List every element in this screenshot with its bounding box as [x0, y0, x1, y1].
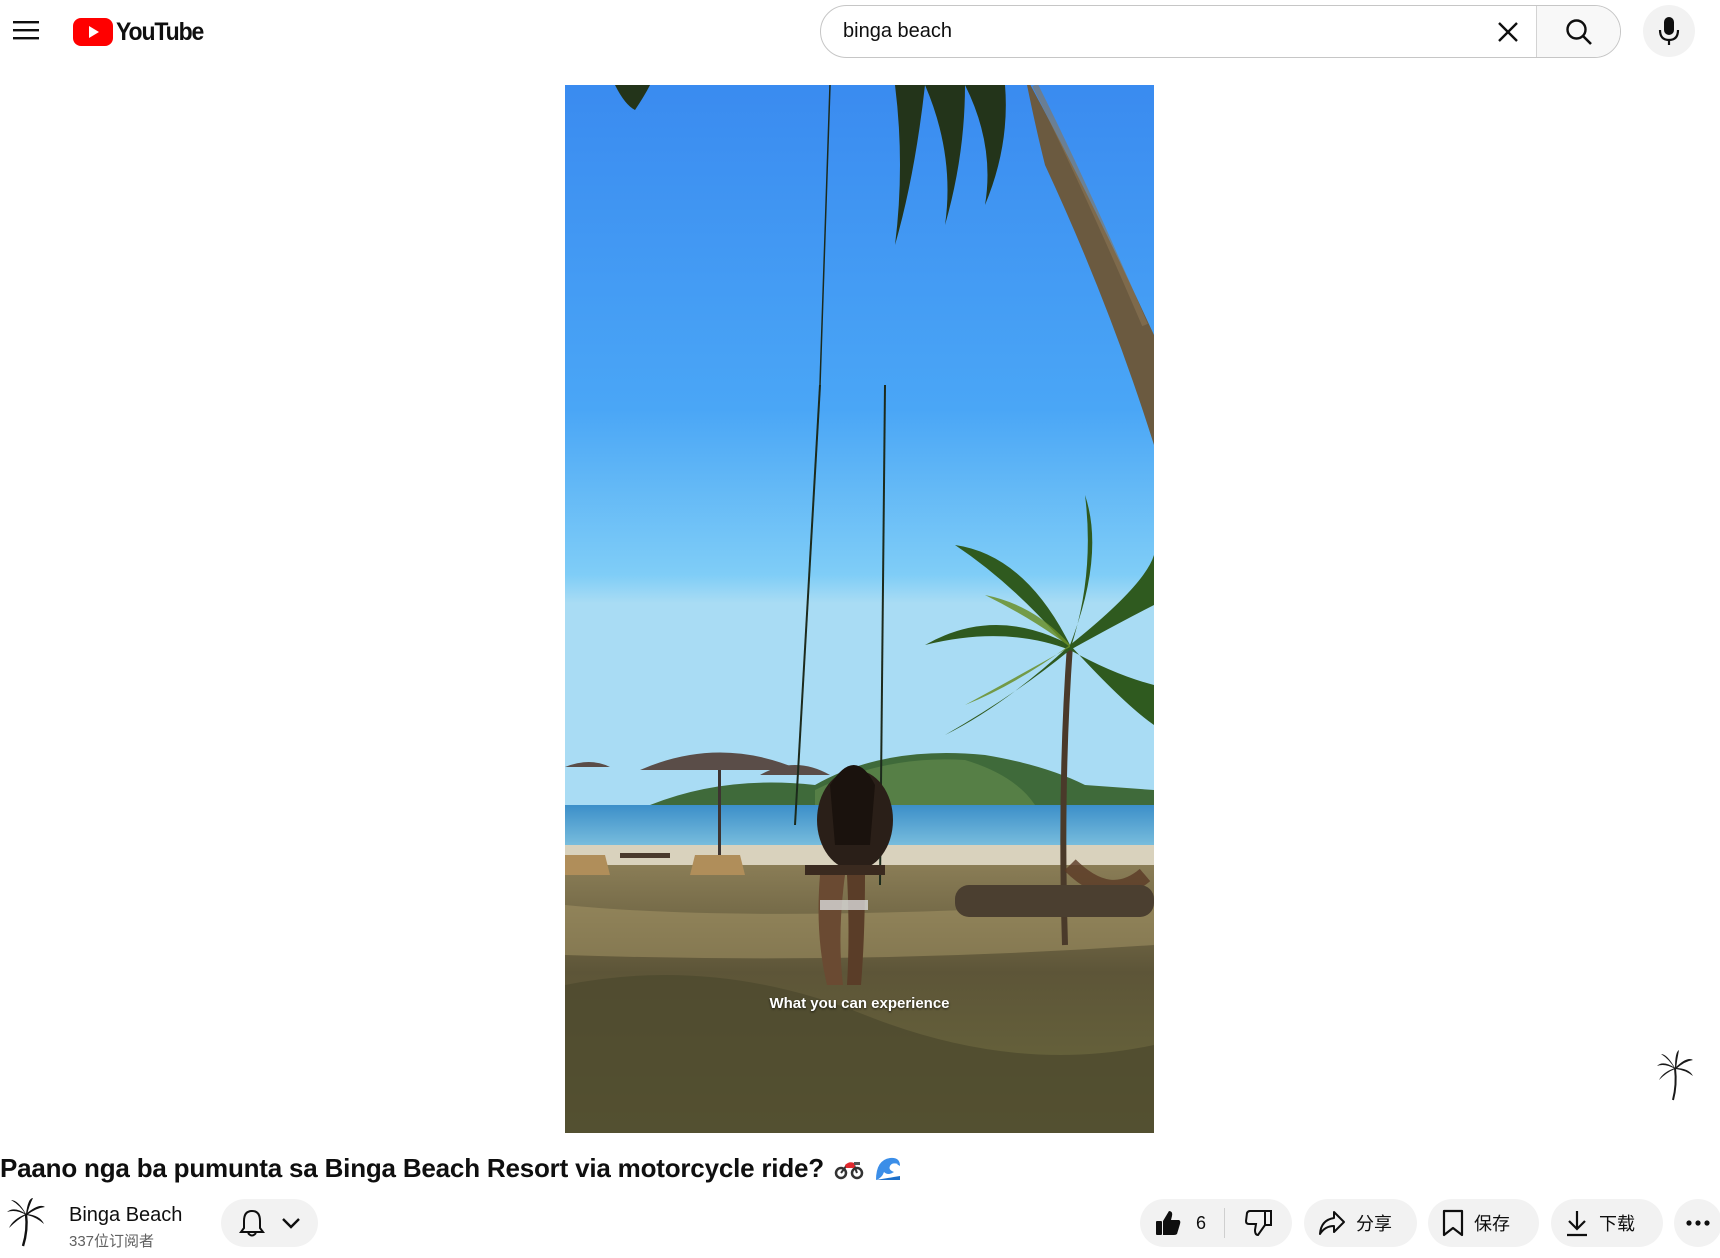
- search-input[interactable]: [821, 6, 1480, 57]
- notification-bell-button[interactable]: [221, 1199, 318, 1247]
- save-label: 保存: [1474, 1214, 1510, 1234]
- microphone-icon: [1658, 17, 1680, 45]
- palm-tree-watermark-icon: [1655, 1050, 1695, 1102]
- like-button[interactable]: 6: [1140, 1199, 1224, 1247]
- close-icon[interactable]: [1480, 6, 1536, 57]
- more-horiz-icon: [1686, 1220, 1710, 1226]
- like-count: 6: [1196, 1212, 1207, 1233]
- bell-icon: [238, 1209, 265, 1237]
- youtube-watch-page: YouTube binga beach What you can experie…: [0, 0, 1720, 1258]
- thumbs-up-icon: [1156, 1211, 1181, 1235]
- video-player[interactable]: What you can experience: [565, 85, 1154, 1133]
- download-label: 下载: [1599, 1214, 1635, 1234]
- voice-search-button[interactable]: [1643, 5, 1695, 57]
- search-icon: [1565, 18, 1592, 45]
- save-button[interactable]: 保存: [1428, 1199, 1539, 1247]
- thumbs-down-icon: [1244, 1210, 1272, 1237]
- wave-emoji: [874, 1154, 902, 1182]
- share-button[interactable]: 分享: [1304, 1199, 1417, 1247]
- search-button[interactable]: [1536, 6, 1620, 57]
- logo-text: YouTube: [116, 17, 204, 46]
- chevron-down-icon: [281, 1218, 300, 1229]
- download-button[interactable]: 下载: [1551, 1199, 1663, 1247]
- video-caption: What you can experience: [769, 995, 950, 1012]
- motorcycle-emoji: [834, 1156, 864, 1180]
- share-icon: [1319, 1211, 1345, 1235]
- owner-row: Binga Beach 337位订阅者 6 分享 保存 下载: [0, 1196, 1720, 1258]
- dislike-button[interactable]: [1225, 1199, 1292, 1247]
- avatar[interactable]: [6, 1198, 46, 1248]
- video-frame: [565, 85, 1154, 1133]
- youtube-logo[interactable]: YouTube: [73, 16, 211, 48]
- channel-name[interactable]: Binga Beach: [69, 1204, 182, 1227]
- subscriber-count: 337位订阅者: [69, 1233, 155, 1250]
- search-box: [820, 5, 1621, 58]
- video-title-text: Paano nga ba pumunta sa Binga Beach Reso…: [0, 1152, 824, 1183]
- video-title: Paano nga ba pumunta sa Binga Beach Reso…: [0, 1150, 902, 1186]
- share-label: 分享: [1356, 1214, 1392, 1234]
- more-actions-button[interactable]: [1674, 1199, 1720, 1247]
- hamburger-menu-icon[interactable]: [6, 10, 46, 50]
- masthead: YouTube: [0, 0, 1720, 64]
- palm-tree-avatar-icon: [7, 1198, 45, 1247]
- download-icon: [1567, 1211, 1587, 1237]
- youtube-play-icon: [73, 18, 113, 46]
- bookmark-icon: [1442, 1209, 1464, 1237]
- like-dislike-group: 6: [1140, 1199, 1292, 1247]
